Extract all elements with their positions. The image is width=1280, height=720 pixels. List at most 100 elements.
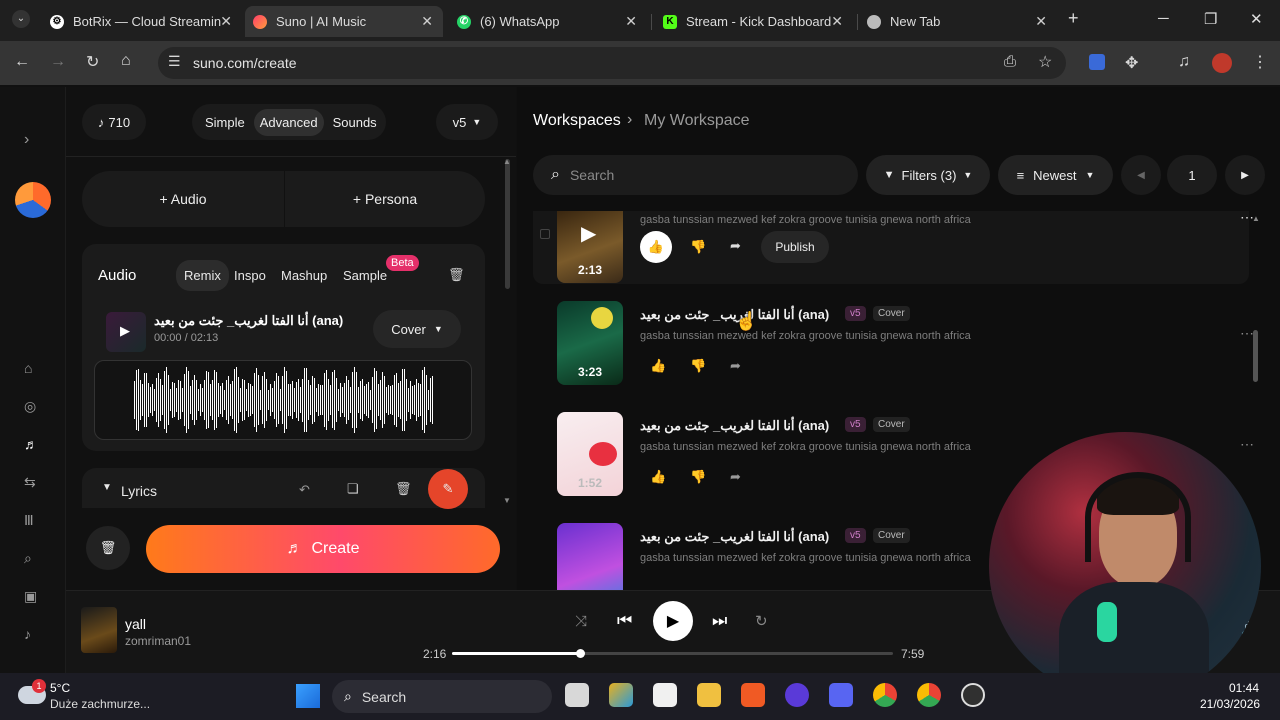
scroll-up-arrow-icon[interactable]: ▲ [503,157,511,166]
tab-suno[interactable]: Suno | AI Music ✕ [245,6,443,37]
tab-botrix[interactable]: ⚙ BotRix — Cloud Streamin ✕ [42,6,242,37]
play-icon[interactable]: ▶ [120,323,130,339]
version-dropdown[interactable]: v5 ▼ [436,104,498,140]
tab-search-icon[interactable]: ⌄ [12,10,30,28]
explore-compass-icon[interactable]: ◎ [24,398,36,415]
forward-icon[interactable]: → [50,53,66,71]
delete-trash-icon[interactable]: 🗑 [448,267,465,283]
clock-date[interactable]: 21/03/2026 [1200,697,1260,711]
breadcrumb-current[interactable]: My Workspace [644,112,750,130]
progress-slider[interactable] [452,649,893,658]
waveform[interactable] [94,360,472,440]
discord-icon[interactable] [829,683,853,707]
tab-inspo[interactable]: Inspo [234,268,266,283]
song-thumbnail[interactable] [557,523,623,590]
song-row[interactable]: ▶ 2:13 gasba tunssian mezwed kef zokra g… [542,211,1254,299]
panel-scrollbar[interactable] [505,159,510,289]
chrome-icon[interactable] [873,683,897,707]
prev-page-button[interactable]: ◀ [1121,155,1161,195]
close-icon[interactable]: ✕ [421,13,433,30]
brave-icon[interactable] [741,683,765,707]
trash-icon[interactable]: 🗑 [395,481,412,497]
library-icon[interactable]: Ⅲ [24,512,34,529]
list-scrollbar[interactable] [1253,330,1258,382]
bookmark-star-icon[interactable]: ☆ [1038,52,1052,72]
search-nav-icon[interactable]: ⌕ [24,550,32,567]
new-tab-plus-icon[interactable]: + [1068,8,1079,29]
clock-time[interactable]: 01:44 [1229,681,1259,695]
previous-track-icon[interactable]: ⏮ [617,611,632,631]
lyrics-label[interactable]: Lyrics [121,483,157,499]
home-icon[interactable]: ⌂ [121,52,131,70]
next-track-icon[interactable]: ⏭ [712,611,727,631]
obs-icon[interactable] [961,683,985,707]
song-thumbnail[interactable]: ▶ 2:13 [557,211,623,283]
progress-knob[interactable] [575,649,585,658]
play-button[interactable]: ▶ [653,601,693,641]
task-view-icon[interactable] [565,683,589,707]
chevron-down-icon[interactable]: ▼ [102,482,112,493]
search-input[interactable]: ⌕ Search [533,155,858,195]
add-audio-button[interactable]: + Audio [82,171,284,227]
more-options-icon[interactable]: ⋯ [1240,436,1254,453]
magic-wand-icon[interactable]: ✎ [428,469,468,509]
song-row[interactable]: 3:23 أنا الفتا لغريب_ جئت من بعيد (ana) … [542,301,1254,401]
profile-avatar-icon[interactable] [1212,53,1232,73]
tab-kick[interactable]: K Stream - Kick Dashboard ✕ [655,6,853,37]
scroll-up-arrow-icon[interactable]: ▲ [1252,214,1260,223]
undo-icon[interactable]: ↶ [299,482,310,498]
studio-icon[interactable]: ⇆ [24,474,36,491]
extension-shield-icon[interactable] [1089,54,1105,70]
create-button[interactable]: ♬ Create [146,525,500,573]
home-nav-icon[interactable]: ⌂ [24,360,32,376]
like-thumb-icon[interactable]: 👍 [650,358,666,374]
mode-simple[interactable]: Simple [196,109,254,136]
close-icon[interactable]: ✕ [831,13,843,30]
like-thumb-icon[interactable]: 👍 [640,231,672,263]
mode-sounds[interactable]: Sounds [324,109,386,136]
close-icon[interactable]: ✕ [220,13,232,30]
dislike-thumb-icon[interactable]: 👎 [690,358,706,374]
close-icon[interactable]: ✕ [625,13,637,30]
address-bar[interactable]: ☰ suno.com/create ⎙ ☆ [158,47,1066,79]
now-playing-artist[interactable]: zomriman01 [125,634,191,648]
weather-temp[interactable]: 5°C [50,681,70,695]
share-arrow-icon[interactable]: ➦ [730,238,741,254]
volume-speaker-icon[interactable]: 🔊 [1241,620,1260,638]
shuffle-icon[interactable]: ⤨ [575,613,587,630]
site-info-icon[interactable]: ☰ [168,53,181,70]
clear-trash-button[interactable]: 🗑 [86,526,130,570]
close-icon[interactable]: ✕ [1035,13,1047,30]
menu-kebab-icon[interactable]: ⋮ [1252,52,1268,72]
dislike-thumb-icon[interactable]: 👎 [690,469,706,485]
breadcrumb-workspaces[interactable]: Workspaces [533,112,621,130]
sort-dropdown[interactable]: ≡ Newest ▼ [998,155,1113,195]
back-icon[interactable]: ← [14,53,30,71]
clip-thumbnail[interactable]: ▶ [106,312,146,352]
file-explorer-icon[interactable] [697,683,721,707]
widgets-icon[interactable] [609,683,633,707]
next-page-button[interactable]: ▶ [1225,155,1265,195]
like-thumb-icon[interactable]: 👍 [650,469,666,485]
suno-logo-icon[interactable] [15,182,51,218]
tab-sample[interactable]: Sample [343,268,387,283]
install-app-icon[interactable]: ⎙ [1004,53,1016,70]
cover-dropdown[interactable]: Cover ▼ [373,310,461,348]
tab-remix[interactable]: Remix [176,260,229,291]
credits-badge[interactable]: ♪ 710 [82,104,146,140]
create-music-icon[interactable]: ♬ [24,436,38,452]
add-persona-button[interactable]: + Persona [285,171,485,227]
chrome-active-icon[interactable] [917,683,941,707]
share-arrow-icon[interactable]: ➦ [730,358,741,374]
start-windows-icon[interactable] [296,684,320,708]
reload-icon[interactable]: ↻ [86,52,99,72]
share-arrow-icon[interactable]: ➦ [730,469,741,485]
song-thumbnail[interactable]: 3:23 [557,301,623,385]
scroll-down-arrow-icon[interactable]: ▼ [503,496,511,505]
tab-new-tab[interactable]: New Tab ✕ [859,6,1057,37]
more-options-icon[interactable]: ⋯ [1240,325,1254,342]
taskbar-search[interactable]: ⌕ Search [332,680,552,713]
restore-icon[interactable]: ❐ [1204,10,1217,28]
app-circle-icon[interactable] [785,683,809,707]
now-playing-cover[interactable] [81,607,117,653]
